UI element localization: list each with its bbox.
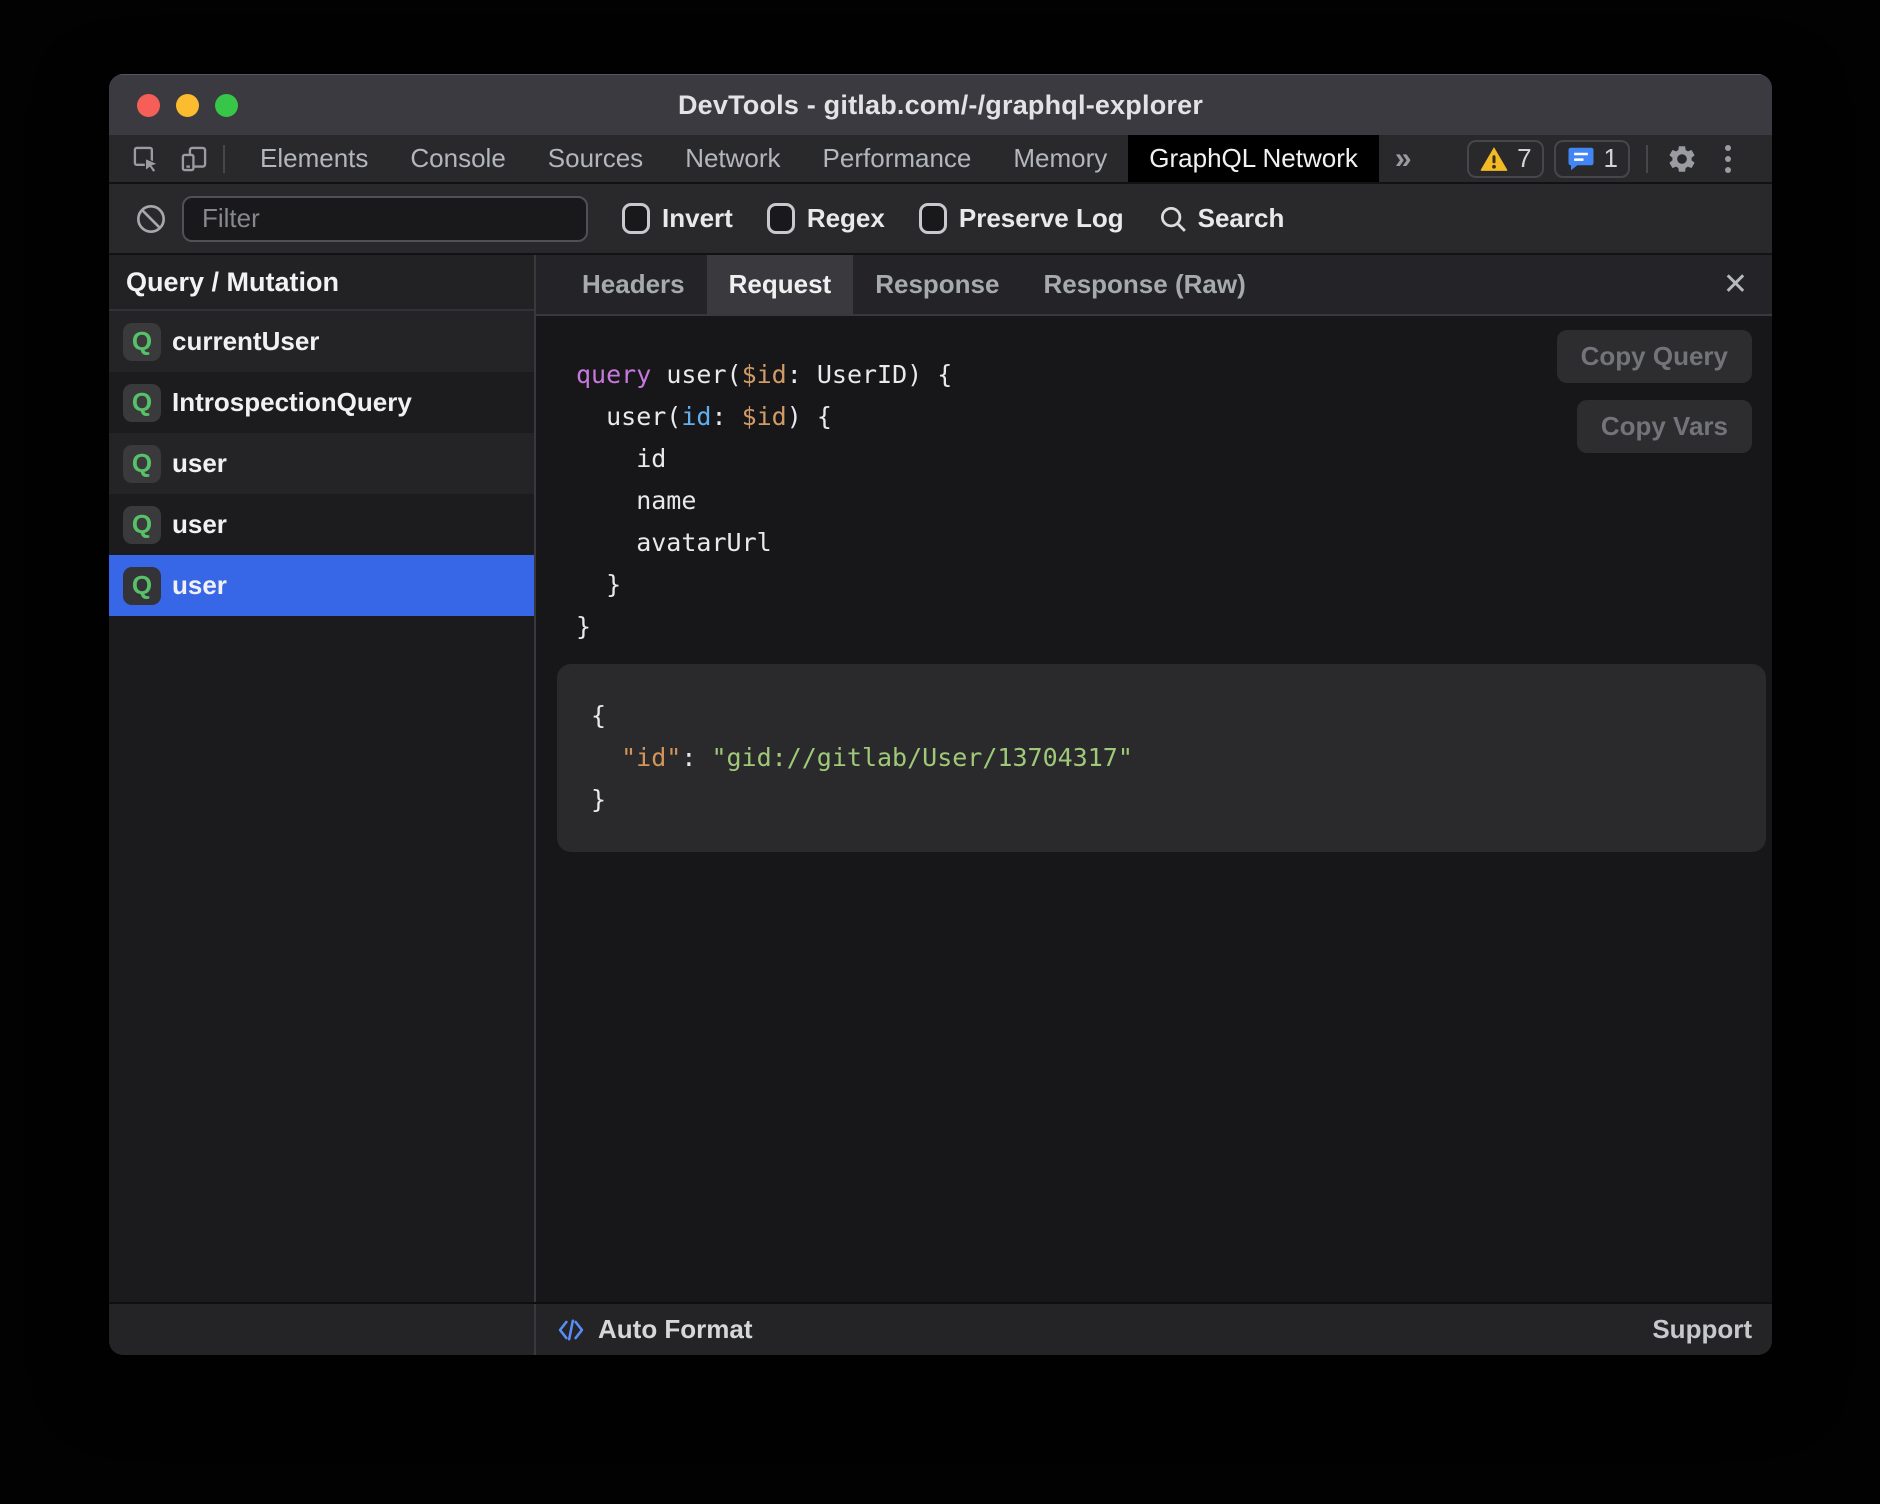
query-list-item[interactable]: Q IntrospectionQuery [109, 372, 534, 433]
warnings-count: 7 [1517, 143, 1531, 174]
query-type-icon: Q [123, 567, 161, 605]
query-type-icon: Q [123, 323, 161, 361]
tab-request[interactable]: Request [707, 255, 854, 314]
query-list-item[interactable]: Q user [109, 494, 534, 555]
status-bar-right: Auto Format Support [536, 1304, 1772, 1355]
clear-icon[interactable] [134, 202, 168, 236]
query-list-item[interactable]: Q currentUser [109, 311, 534, 372]
filter-bar: Invert Regex Preserve Log Search [109, 182, 1772, 255]
devtools-tab-bar: Elements Console Sources Network Perform… [109, 135, 1772, 182]
status-bar: Auto Format Support [109, 1302, 1772, 1355]
sidebar-header: Query / Mutation [109, 255, 534, 311]
tab-headers[interactable]: Headers [560, 255, 707, 314]
query-type-icon: Q [123, 384, 161, 422]
copy-buttons: Copy Query Copy Vars [1557, 330, 1752, 453]
variables-box: { "id": "gid://gitlab/User/13704317"} [557, 664, 1766, 852]
tab-graphql-network[interactable]: GraphQL Network [1128, 135, 1379, 182]
title-bar: DevTools - gitlab.com/-/graphql-explorer [109, 74, 1772, 135]
tab-network[interactable]: Network [664, 135, 801, 182]
toolbar-right: 7 1 [1467, 135, 1772, 182]
status-bar-left [109, 1304, 534, 1355]
detail-tabs: Headers Request Response Response (Raw) … [536, 255, 1772, 316]
copy-vars-button[interactable]: Copy Vars [1577, 400, 1752, 453]
tab-console[interactable]: Console [389, 135, 526, 182]
inspect-element-icon[interactable] [131, 144, 161, 174]
filter-input[interactable] [182, 196, 588, 242]
toolbar-separator [1646, 145, 1648, 173]
devtools-window: DevTools - gitlab.com/-/graphql-explorer… [109, 74, 1772, 1355]
window-title: DevTools - gitlab.com/-/graphql-explorer [109, 75, 1772, 135]
preserve-log-checkbox[interactable]: Preserve Log [919, 203, 1124, 234]
checkbox[interactable] [767, 203, 795, 234]
request-content: query user($id: UserID) { user(id: $id) … [536, 316, 1772, 1302]
support-link[interactable]: Support [1652, 1314, 1752, 1345]
close-icon[interactable]: ✕ [1723, 255, 1748, 314]
query-list-item[interactable]: Q user [109, 433, 534, 494]
toolbar-left-icons [109, 135, 209, 182]
query-type-icon: Q [123, 445, 161, 483]
auto-format-button[interactable]: Auto Format [598, 1314, 753, 1345]
tab-elements[interactable]: Elements [239, 135, 389, 182]
more-tabs-icon[interactable]: » [1379, 135, 1428, 182]
body: Query / Mutation Q currentUser Q Introsp… [109, 255, 1772, 1302]
checkbox[interactable] [622, 203, 650, 234]
warnings-badge[interactable]: 7 [1467, 140, 1543, 178]
issues-badge[interactable]: 1 [1554, 140, 1630, 178]
copy-query-button[interactable]: Copy Query [1557, 330, 1752, 383]
tab-response-raw[interactable]: Response (Raw) [1021, 255, 1267, 314]
query-type-icon: Q [123, 506, 161, 544]
warning-icon [1479, 144, 1509, 174]
vars-code: { "id": "gid://gitlab/User/13704317"} [591, 695, 1732, 821]
tab-response[interactable]: Response [853, 255, 1021, 314]
search-icon [1158, 204, 1188, 234]
query-list-item-selected[interactable]: Q user [109, 555, 534, 616]
checkbox[interactable] [919, 203, 947, 234]
query-list-sidebar: Query / Mutation Q currentUser Q Introsp… [109, 255, 534, 1302]
tab-sources[interactable]: Sources [527, 135, 664, 182]
kebab-menu-icon[interactable] [1710, 141, 1746, 177]
tab-memory[interactable]: Memory [992, 135, 1128, 182]
issues-count: 1 [1604, 143, 1618, 174]
search-button[interactable]: Search [1158, 203, 1285, 234]
invert-checkbox[interactable]: Invert [622, 203, 733, 234]
regex-checkbox[interactable]: Regex [767, 203, 885, 234]
chat-icon [1566, 144, 1596, 174]
tab-performance[interactable]: Performance [802, 135, 993, 182]
toolbar-separator [223, 145, 225, 173]
gear-icon[interactable] [1664, 141, 1700, 177]
detail-panel: Headers Request Response Response (Raw) … [536, 255, 1772, 1302]
device-toolbar-icon[interactable] [179, 144, 209, 174]
code-format-icon [556, 1315, 586, 1345]
